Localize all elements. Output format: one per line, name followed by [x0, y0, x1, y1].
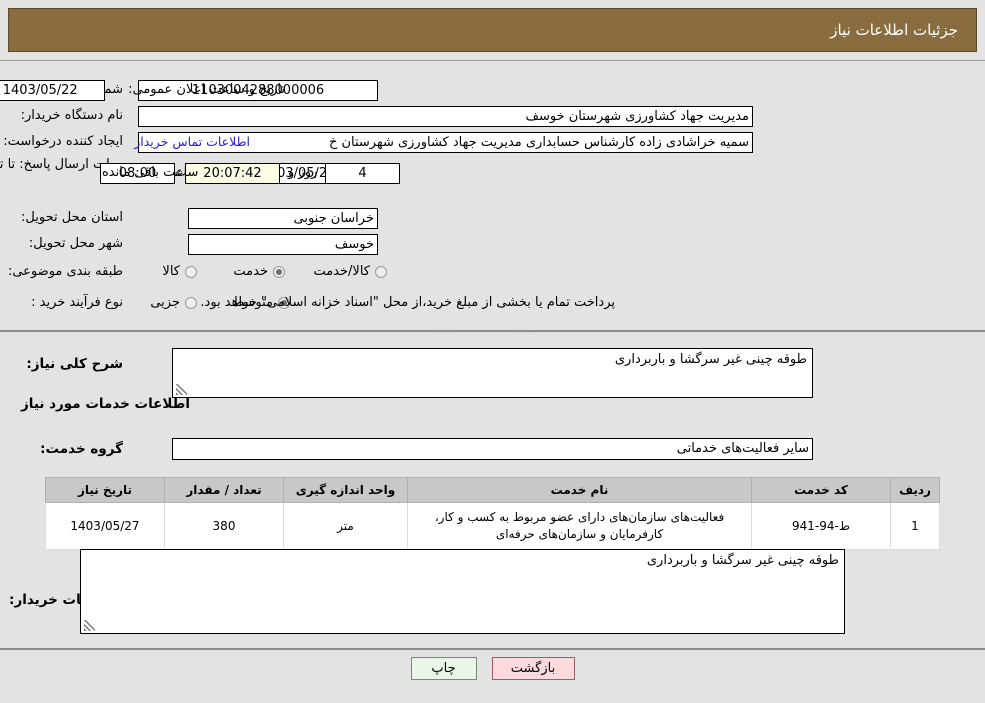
table-header-date: تاریخ نیاز [45, 477, 165, 503]
service-group-label: گروه خدمت: [40, 441, 123, 457]
city-label: شهر محل تحویل: [28, 236, 123, 251]
province-field: خراسان جنوبی [188, 208, 378, 229]
cell-index: 1 [890, 502, 940, 550]
creator-label-wrap: ایجاد کننده درخواست: [3, 134, 123, 149]
cell-unit: متر [283, 502, 408, 550]
city-label-wrap: شهر محل تحویل: [29, 236, 123, 251]
buyer-notes-value: طوقه چینی غیر سرگشا و باربرداری [646, 553, 839, 568]
print-button[interactable]: چاپ [410, 657, 477, 680]
city-field: خوسف [188, 234, 378, 255]
remaining-days-label: روز و [288, 165, 318, 180]
table-row: 1 ط-94-941 فعالیت‌های سازمان‌های دارای ع… [45, 502, 940, 550]
cell-quantity: 380 [164, 502, 284, 550]
table-header-code: کد خدمت [751, 477, 891, 503]
process-label: نوع فرآیند خرید : [31, 295, 123, 310]
process-option-jozi[interactable]: جزیی [150, 295, 197, 310]
process-option-jozi-label: جزیی [150, 295, 180, 310]
general-desc-textarea[interactable]: طوقه چینی غیر سرگشا و باربرداری [172, 348, 813, 398]
buyer-org-label: نام دستگاه خریدار: [20, 108, 123, 123]
buyer-org-field: مدیریت جهاد کشاورزی شهرستان خوسف [138, 106, 753, 127]
remaining-days-field: 4 [325, 163, 400, 184]
buyer-org-label-wrap: نام دستگاه خریدار: [21, 108, 123, 123]
buyer-notes-textarea[interactable]: طوقه چینی غیر سرگشا و باربرداری [80, 549, 845, 634]
page-root: iranTender.net جزئیات اطلاعات نیاز شماره… [0, 0, 985, 703]
table-header-index: ردیف [890, 477, 940, 503]
need-summary-panel: شماره نیاز: 1103004288000006 تاریخ و ساع… [0, 60, 985, 332]
category-option-kala[interactable]: کالا [162, 264, 197, 279]
table-header-unit: واحد اندازه گیری [283, 477, 408, 503]
radio-khedmat-icon[interactable] [273, 265, 285, 278]
cell-date: 1403/05/27 [45, 502, 165, 550]
page-title: جزئیات اطلاعات نیاز [830, 21, 958, 39]
category-option-kala-khedmat-label: کالا/خدمت [313, 264, 370, 279]
province-label: استان محل تحویل: [21, 210, 123, 225]
resize-handle-icon[interactable] [176, 384, 187, 395]
process-label-wrap: نوع فرآیند خرید : [31, 295, 123, 310]
province-label-wrap: استان محل تحویل: [21, 210, 123, 225]
service-group-field: سایر فعالیت‌های خدماتی [172, 438, 813, 460]
back-button[interactable]: بازگشت [491, 657, 575, 680]
general-desc-value: طوقه چینی غیر سرگشا و باربرداری [614, 352, 807, 367]
general-desc-label: شرح کلی نیاز: [26, 356, 123, 372]
page-header-bar: جزئیات اطلاعات نیاز [8, 8, 977, 52]
resize-handle-icon-2[interactable] [84, 620, 95, 631]
category-label: طبقه بندی موضوعی: [7, 264, 123, 279]
needs-table: ردیف کد خدمت نام خدمت واحد اندازه گیری ت… [45, 477, 940, 550]
cell-code: ط-94-941 [751, 502, 891, 550]
category-label-wrap: طبقه بندی موضوعی: [8, 264, 123, 279]
radio-jozi-icon[interactable] [185, 296, 197, 309]
services-section-title: اطلاعات خدمات مورد نیاز [20, 396, 190, 412]
category-option-kala-khedmat[interactable]: کالا/خدمت [313, 264, 387, 279]
service-group-label-wrap: گروه خدمت: [40, 441, 123, 457]
category-option-khedmat-label: خدمت [233, 264, 268, 279]
announce-date-field: 1403/05/22 - 11:36 [0, 80, 105, 101]
action-button-bar: بازگشت چاپ [0, 657, 985, 680]
category-option-khedmat[interactable]: خدمت [233, 264, 285, 279]
announce-date-label: تاریخ و ساعت اعلان عمومی: [128, 82, 285, 97]
table-header-quantity: تعداد / مقدار [164, 477, 284, 503]
cell-name: فعالیت‌های سازمان‌های دارای عضو مربوط به… [407, 502, 752, 550]
payment-note: پرداخت تمام یا بخشی از مبلغ خرید،از محل … [200, 295, 615, 310]
radio-kala-khedmat-icon[interactable] [375, 265, 387, 278]
category-option-kala-label: کالا [162, 264, 180, 279]
need-details-panel: شرح کلی نیاز: طوقه چینی غیر سرگشا و بارب… [0, 334, 985, 650]
buyer-contact-link[interactable]: اطلاعات تماس خریدار [134, 134, 250, 149]
remaining-suffix-label: ساعت باقی مانده [102, 165, 199, 180]
table-header-name: نام خدمت [407, 477, 752, 503]
remaining-timer-field: 20:07:42 [185, 163, 280, 184]
table-header-row: ردیف کد خدمت نام خدمت واحد اندازه گیری ت… [45, 477, 940, 503]
general-desc-label-wrap: شرح کلی نیاز: [26, 356, 123, 372]
creator-label: ایجاد کننده درخواست: [3, 134, 123, 149]
services-section-title-wrap: اطلاعات خدمات مورد نیاز [21, 396, 190, 412]
announce-date-label-wrap: تاریخ و ساعت اعلان عمومی: [128, 82, 285, 97]
radio-kala-icon[interactable] [185, 265, 197, 278]
